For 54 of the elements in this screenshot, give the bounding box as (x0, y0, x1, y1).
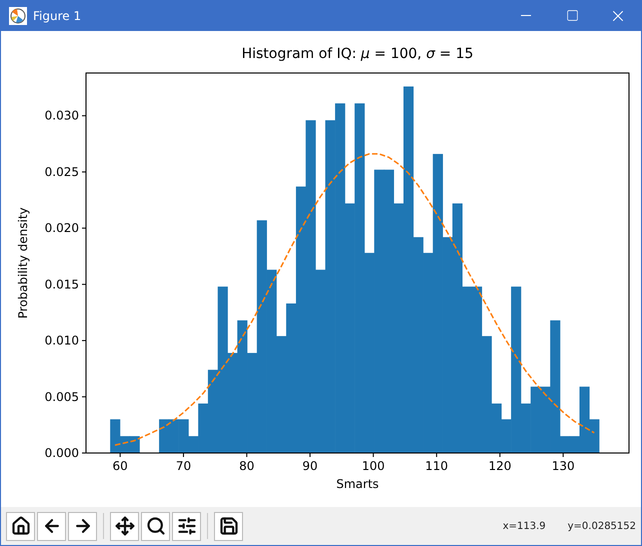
forward-arrow-button[interactable] (68, 512, 97, 540)
tick-mark (182, 452, 184, 458)
x-axis-label: Smarts (336, 477, 379, 491)
tick-mark (82, 171, 86, 172)
home-button[interactable] (6, 512, 35, 540)
maximize-icon (566, 9, 578, 22)
logo-icon (9, 6, 27, 24)
cursor-y-readout: y=0.0285152 (568, 520, 636, 532)
home-icon (10, 516, 30, 536)
search-button[interactable] (141, 512, 170, 540)
x-tick-label: 110 (425, 459, 448, 473)
tick-mark (82, 340, 86, 342)
x-tick-label: 130 (552, 459, 575, 473)
tick-mark (562, 452, 564, 458)
tick-mark (499, 452, 500, 458)
x-tick-label: 80 (239, 459, 254, 473)
histogram-bar (130, 436, 140, 453)
y-tick-label: 0.010 (44, 334, 79, 348)
tick-mark (82, 396, 86, 398)
sliders-button[interactable] (172, 512, 201, 540)
y-tick-label: 0.005 (44, 390, 79, 404)
y-tick-label: 0.015 (44, 277, 79, 292)
histogram-bar (159, 419, 170, 453)
cursor-x-readout: x=113.9 (502, 520, 546, 532)
tick-mark (310, 452, 311, 458)
save-button[interactable] (214, 512, 243, 540)
y-tick-label: 0.020 (44, 221, 79, 236)
move-arrows-icon (114, 516, 134, 536)
x-tick-label: 70 (176, 459, 192, 473)
x-tick-label: 100 (362, 459, 385, 473)
y-tick-label: 0.000 (44, 446, 79, 460)
save-icon (218, 516, 238, 536)
move-arrows-button[interactable] (110, 512, 139, 540)
tick-mark (82, 284, 86, 285)
x-tick-label: 120 (488, 459, 512, 473)
tick-mark (82, 452, 86, 454)
y-axis-label: Probability density (16, 207, 30, 319)
y-tick-label: 0.025 (44, 164, 79, 179)
search-icon (146, 516, 166, 536)
minimize-icon (521, 15, 531, 16)
back-arrow-button[interactable] (37, 512, 66, 540)
tick-mark (246, 452, 248, 458)
sliders-icon (176, 516, 196, 536)
tick-mark (120, 452, 121, 458)
y-tick-label: 0.030 (44, 108, 79, 123)
x-tick-label: 90 (302, 459, 318, 473)
window-title: Figure 1 (33, 8, 82, 22)
tick-mark (372, 452, 374, 458)
tick-mark (436, 452, 438, 458)
chart-title: Histogram of IQ: μ = 100, σ = 15 (242, 46, 474, 62)
x-tick-label: 60 (112, 459, 128, 473)
histogram-bar (530, 386, 541, 453)
tick-mark (82, 115, 86, 116)
tick-mark (82, 228, 86, 229)
